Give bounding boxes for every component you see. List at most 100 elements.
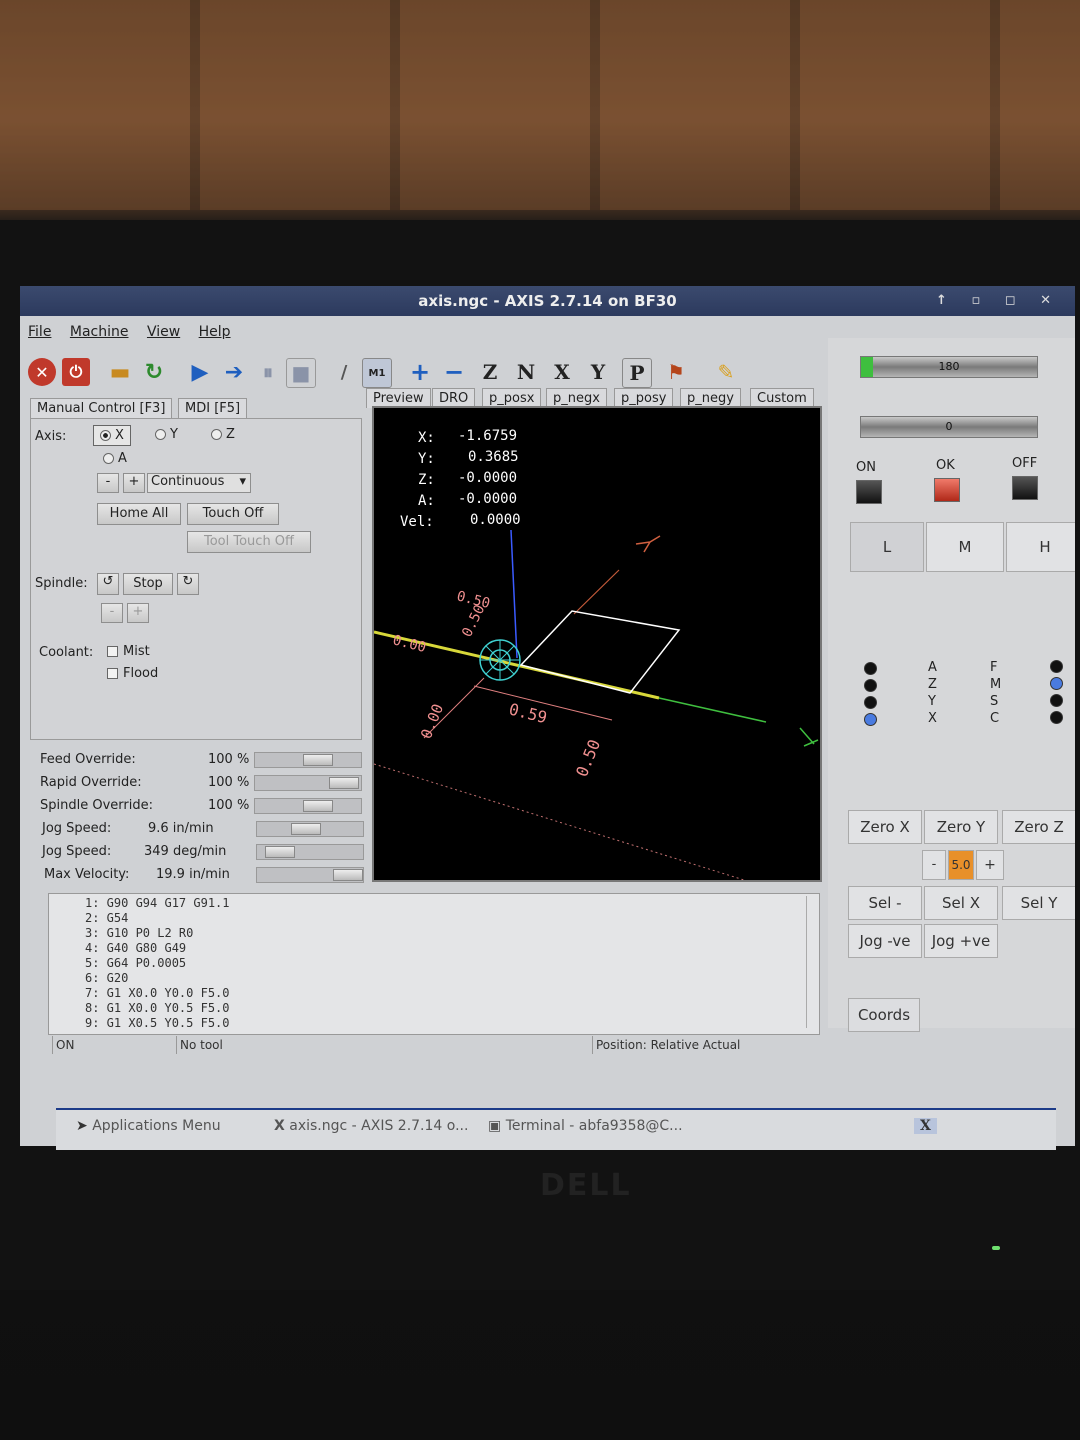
spindle-minus-button[interactable]: -	[101, 603, 123, 623]
tool-touch-off-button[interactable]: Tool Touch Off	[187, 531, 311, 553]
task-terminal[interactable]: ▣ Terminal - abfa9358@C...	[488, 1118, 683, 1134]
view-x-icon[interactable]: X	[548, 358, 576, 386]
step-plus-button[interactable]: +	[976, 850, 1004, 880]
sel-x-button[interactable]: Sel X	[924, 886, 998, 920]
pause-icon[interactable]: ⏸	[254, 358, 282, 386]
reload-icon[interactable]: ↻	[140, 358, 168, 386]
gcode-line[interactable]: 3: G10 P0 L2 R0	[85, 926, 193, 940]
gcode-line[interactable]: 4: G40 G80 G49	[85, 941, 186, 955]
jog-speed-slider[interactable]	[256, 821, 364, 837]
axis-radio-x[interactable]: X	[93, 425, 131, 446]
power-icon[interactable]: ⏻	[62, 358, 90, 386]
rapid-override-knob[interactable]	[329, 777, 359, 789]
jog-minus-ve-button[interactable]: Jog -ve	[848, 924, 922, 958]
jog-plus-button[interactable]: +	[123, 473, 145, 493]
sel-minus-button[interactable]: Sel -	[848, 886, 922, 920]
zero-x-button[interactable]: Zero X	[848, 810, 922, 844]
zoom-in-icon[interactable]: +	[406, 358, 434, 386]
view-perspective-icon[interactable]: P	[622, 358, 652, 388]
sel-y-button[interactable]: Sel Y	[1002, 886, 1075, 920]
block-delete-icon[interactable]: /	[330, 358, 358, 386]
run-icon[interactable]: ▶	[186, 358, 214, 386]
range-l-button[interactable]: L	[850, 522, 924, 572]
range-m-button[interactable]: M	[926, 522, 1004, 572]
preview-tabs: Preview DRO p_posx p_negx p_posy p_negy …	[360, 388, 826, 408]
optional-stop-icon[interactable]: M1	[362, 358, 392, 388]
menu-view[interactable]: View	[147, 324, 180, 340]
applications-menu-button[interactable]: ➤ Applications Menu	[76, 1118, 221, 1134]
spindle-override-slider[interactable]	[254, 798, 362, 814]
spindle-cw-button[interactable]: ↻	[177, 573, 199, 595]
gcode-listing[interactable]: 1: G90 G94 G17 G91.1 2: G54 3: G10 P0 L2…	[48, 893, 820, 1035]
gcode-line[interactable]: 8: G1 X0.0 Y0.5 F5.0	[85, 1001, 230, 1015]
max-velocity-slider[interactable]	[256, 867, 364, 883]
zero-y-button[interactable]: Zero Y	[924, 810, 998, 844]
terminal-icon: ▣	[488, 1118, 502, 1134]
gcode-line[interactable]: 1: G90 G94 G17 G91.1	[85, 896, 230, 910]
spindle-plus-button[interactable]: +	[127, 603, 149, 623]
step-minus-button[interactable]: -	[922, 850, 946, 880]
spindle-ccw-button[interactable]: ↺	[97, 573, 119, 595]
axis-radio-y[interactable]: Y	[155, 427, 178, 442]
jog-speed-knob[interactable]	[291, 823, 321, 835]
tray-x-icon[interactable]: X	[914, 1118, 937, 1134]
tab-p-negy[interactable]: p_negy	[680, 388, 741, 408]
rapid-override-slider[interactable]	[254, 775, 362, 791]
view-y-icon[interactable]: Y	[584, 358, 612, 386]
dim-label-5: 0.59	[507, 699, 549, 727]
feed-override-slider[interactable]	[254, 752, 362, 768]
view-p-label: P	[629, 361, 645, 385]
tab-p-posy[interactable]: p_posy	[614, 388, 674, 408]
gcode-line[interactable]: 6: G20	[85, 971, 128, 985]
spindle-stop-button[interactable]: Stop	[123, 573, 173, 595]
window-controls[interactable]: ↑ ▫ ◻ ✕	[936, 286, 1061, 316]
touch-off-button[interactable]: Touch Off	[187, 503, 279, 525]
spindle-override-knob[interactable]	[303, 800, 333, 812]
estop-icon[interactable]: ✕	[28, 358, 56, 386]
coords-button[interactable]: Coords	[848, 998, 920, 1032]
flood-checkbox[interactable]: Flood	[107, 666, 158, 681]
step-icon[interactable]: ➔	[220, 358, 248, 386]
home-all-button[interactable]: Home All	[97, 503, 181, 525]
zoom-out-icon[interactable]: −	[440, 358, 468, 386]
jog-speed-angular-knob[interactable]	[265, 846, 295, 858]
mist-checkbox[interactable]: Mist	[107, 644, 150, 659]
gcode-line[interactable]: 5: G64 P0.0005	[85, 956, 186, 970]
menu-machine[interactable]: Machine	[70, 324, 129, 340]
clear-backplot-icon[interactable]: ✎	[712, 358, 740, 386]
max-velocity-knob[interactable]	[333, 869, 363, 881]
view-z2-icon[interactable]: N	[512, 358, 540, 386]
tab-mdi[interactable]: MDI [F5]	[178, 398, 248, 418]
jog-speed-angular-slider[interactable]	[256, 844, 364, 860]
tab-p-posx[interactable]: p_posx	[482, 388, 542, 408]
menu-file[interactable]: File	[28, 324, 51, 340]
range-h-button[interactable]: H	[1006, 522, 1075, 572]
jog-minus-button[interactable]: -	[97, 473, 119, 493]
max-velocity-label: Max Velocity:	[44, 867, 130, 882]
zero-z-button[interactable]: Zero Z	[1002, 810, 1075, 844]
tab-preview[interactable]: Preview	[366, 388, 431, 408]
task-axis[interactable]: X axis.ngc - AXIS 2.7.14 o...	[274, 1118, 468, 1134]
axis-radio-a[interactable]: A	[103, 451, 127, 466]
increment-value: Continuous	[151, 474, 225, 489]
gcode-line[interactable]: 7: G1 X0.0 Y0.0 F5.0	[85, 986, 230, 1000]
window-titlebar[interactable]: axis.ngc - AXIS 2.7.14 on BF30 ↑ ▫ ◻ ✕	[20, 286, 1075, 316]
menu-help[interactable]: Help	[199, 324, 231, 340]
gcode-line[interactable]: 2: G54	[85, 911, 128, 925]
gcode-line[interactable]: 9: G1 X0.5 Y0.5 F5.0	[85, 1016, 230, 1030]
view-z-icon[interactable]: Z	[476, 358, 504, 386]
tab-dro[interactable]: DRO	[432, 388, 476, 408]
axis-radio-z[interactable]: Z	[211, 427, 235, 442]
toolpath-preview[interactable]: X: -1.6759 Y: 0.3685 Z: -0.0000 A: -0.00…	[372, 406, 822, 882]
stop-icon[interactable]: ■	[286, 358, 316, 388]
tab-custom[interactable]: Custom	[750, 388, 814, 408]
rotate-view-icon[interactable]: ⚑	[662, 358, 690, 386]
feed-override-knob[interactable]	[303, 754, 333, 766]
tab-p-negx[interactable]: p_negx	[546, 388, 607, 408]
step-value-field[interactable]: 5.0	[948, 850, 974, 880]
gcode-scrollbar[interactable]	[806, 896, 817, 1028]
jog-plus-ve-button[interactable]: Jog +ve	[924, 924, 998, 958]
tab-manual-control[interactable]: Manual Control [F3]	[30, 398, 173, 418]
increment-select[interactable]: Continuous ▾	[147, 473, 251, 493]
open-file-icon[interactable]: ▬	[106, 358, 134, 386]
